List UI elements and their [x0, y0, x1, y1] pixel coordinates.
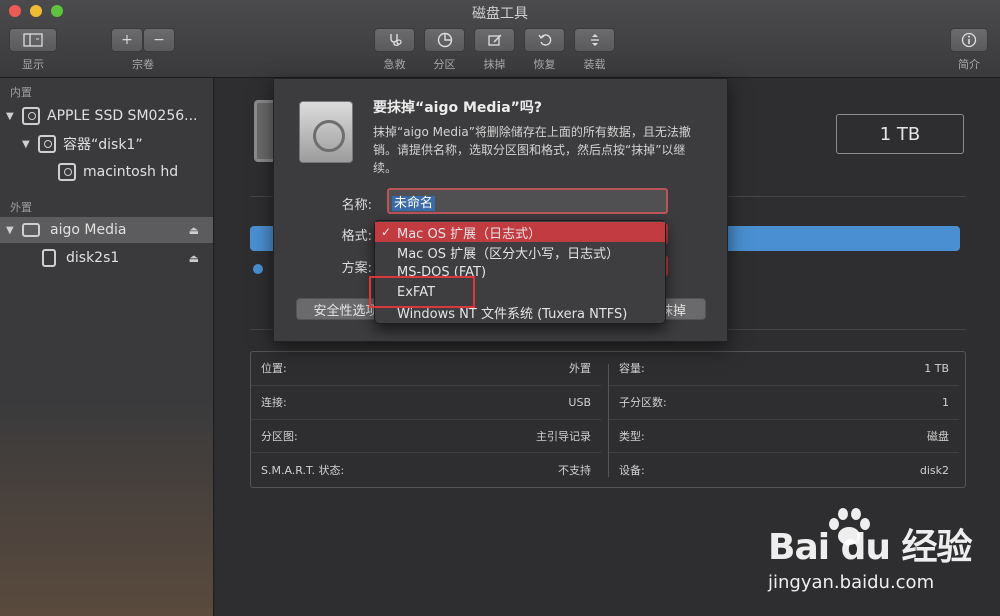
external-disk-icon: [22, 223, 40, 237]
disclosure-triangle-icon[interactable]: ▼: [22, 139, 32, 150]
dialog-title: 要抹掉“aigo Media”吗?: [373, 100, 542, 116]
mount-label: 装载: [583, 58, 606, 71]
erase-icon: [487, 34, 502, 46]
info-row: 类型: 磁盘: [609, 420, 959, 454]
container-icon: [38, 135, 56, 153]
name-value: 未命名: [392, 196, 436, 211]
info-label: 简介: [958, 58, 980, 71]
menu-item-label: Mac OS 扩展（日志式）: [397, 226, 542, 242]
info-value: 主引导记录: [536, 429, 591, 443]
sidebar-item-macintosh-hd[interactable]: macintosh hd: [0, 159, 213, 185]
info-icon: [961, 32, 977, 48]
info-value: 1 TB: [924, 361, 949, 375]
eject-icon[interactable]: ⏏: [189, 252, 199, 265]
info-key: 连接:: [261, 396, 287, 410]
info-value: disk2: [919, 463, 949, 477]
usage-legend-dot: [253, 264, 263, 274]
info-value: 外置: [569, 362, 591, 376]
info-value: USB: [568, 395, 591, 409]
annotation-highlight-box: [369, 276, 475, 308]
restore-label: 恢复: [533, 58, 556, 71]
pie-partition-icon: [437, 32, 452, 48]
info-row: 分区图: 主引导记录: [251, 420, 601, 454]
erase-label: 抹掉: [483, 58, 506, 71]
mount-button[interactable]: [574, 28, 615, 52]
erase-button[interactable]: [474, 28, 515, 52]
info-row: 子分区数: 1: [609, 386, 959, 420]
sidebar-item-label: APPLE SSD SM0256...: [47, 108, 198, 124]
info-button[interactable]: [950, 28, 988, 52]
external-section-header: 外置: [10, 201, 32, 214]
info-key: 设备:: [619, 464, 645, 478]
sidebar-icon: [23, 33, 43, 47]
menu-item-label: Mac OS 扩展（区分大小写，日志式）: [397, 246, 620, 262]
info-value: 1: [942, 395, 949, 409]
info-row: 连接: USB: [251, 386, 601, 420]
first-aid-label: 急救: [383, 58, 406, 71]
volume-label: 宗卷: [132, 58, 154, 71]
title-bar: 磁盘工具 显示 + − 宗卷 急救 分区 抹掉 恢复 装载 简介: [0, 0, 1000, 78]
watermark-url: jingyan.baidu.com: [768, 572, 935, 593]
sidebar-toggle-button[interactable]: [9, 28, 57, 52]
name-field[interactable]: 未命名: [387, 188, 668, 214]
hard-disk-icon: [299, 101, 353, 163]
display-label: 显示: [22, 58, 44, 71]
sidebar-item-aigo-media[interactable]: ▼ aigo Media ⏏: [0, 217, 213, 243]
menu-item-mac-os-extended-case-sensitive[interactable]: Mac OS 扩展（区分大小写，日志式）: [375, 242, 665, 262]
disclosure-triangle-icon[interactable]: ▼: [6, 111, 16, 122]
volume-disk-icon: [58, 163, 76, 181]
sidebar-item-container-disk1[interactable]: ▼ 容器“disk1”: [0, 131, 213, 157]
format-popup-menu: ✓ Mac OS 扩展（日志式） Mac OS 扩展（区分大小写，日志式） MS…: [374, 220, 666, 324]
info-row: 位置: 外置: [251, 352, 601, 386]
info-column-right: 容量: 1 TB 子分区数: 1 类型: 磁盘 设备: disk2: [609, 352, 959, 487]
sidebar-item-label: 容器“disk1”: [63, 137, 143, 153]
info-key: 类型:: [619, 429, 645, 443]
dialog-message: 抹掉“aigo Media”将删除储存在上面的所有数据，且无法撤销。请提供名称，…: [373, 125, 691, 175]
restore-button[interactable]: [524, 28, 565, 52]
info-row: S.M.A.R.T. 状态: 不支持: [251, 453, 601, 487]
internal-section-header: 内置: [10, 86, 32, 99]
checkmark-icon: ✓: [381, 225, 392, 239]
disclosure-triangle-icon[interactable]: ▼: [6, 225, 16, 236]
capacity-box: 1 TB: [836, 114, 964, 154]
remove-volume-button[interactable]: −: [143, 28, 175, 52]
first-aid-button[interactable]: [374, 28, 415, 52]
window-title: 磁盘工具: [472, 6, 528, 22]
info-row: 容量: 1 TB: [609, 352, 959, 386]
partition-label: 分区: [433, 58, 456, 71]
sidebar-item-label: aigo Media: [50, 222, 127, 238]
info-key: 子分区数:: [619, 396, 667, 410]
sidebar: 内置 ▼ APPLE SSD SM0256... ▼ 容器“disk1” mac…: [0, 78, 214, 616]
info-value: 不支持: [558, 464, 591, 478]
format-label: 格式:: [341, 229, 372, 244]
restore-icon: [537, 34, 551, 46]
info-column-left: 位置: 外置 连接: USB 分区图: 主引导记录 S.M.A.R.T. 状态: 不支持: [251, 352, 601, 487]
internal-disk-icon: [22, 107, 40, 125]
info-value: 磁盘: [927, 429, 949, 443]
info-table: 位置: 外置 连接: USB 分区图: 主引导记录 S.M.A.R.T. 状态: 不支持…: [250, 351, 966, 488]
eject-icon[interactable]: ⏏: [189, 224, 199, 237]
sidebar-item-label: disk2s1: [66, 250, 120, 266]
add-volume-button[interactable]: +: [111, 28, 143, 52]
info-key: 容量:: [619, 362, 645, 376]
volume-icon: [42, 249, 56, 267]
menu-item-mac-os-extended-journaled[interactable]: ✓ Mac OS 扩展（日志式）: [375, 222, 665, 242]
sidebar-item-label: macintosh hd: [83, 164, 179, 180]
name-label: 名称:: [341, 198, 372, 213]
scheme-label: 方案:: [341, 261, 372, 276]
info-key: S.M.A.R.T. 状态:: [261, 464, 345, 478]
sidebar-item-disk2s1[interactable]: disk2s1 ⏏: [0, 245, 213, 271]
partition-button[interactable]: [424, 28, 465, 52]
sidebar-item-apple-ssd[interactable]: ▼ APPLE SSD SM0256...: [0, 103, 213, 129]
mount-icon: [590, 34, 599, 46]
info-row: 设备: disk2: [609, 453, 959, 487]
info-key: 分区图:: [261, 429, 298, 443]
watermark-brand: Bai du 经验: [768, 527, 973, 568]
info-key: 位置:: [261, 362, 287, 376]
stethoscope-icon: [389, 34, 402, 46]
